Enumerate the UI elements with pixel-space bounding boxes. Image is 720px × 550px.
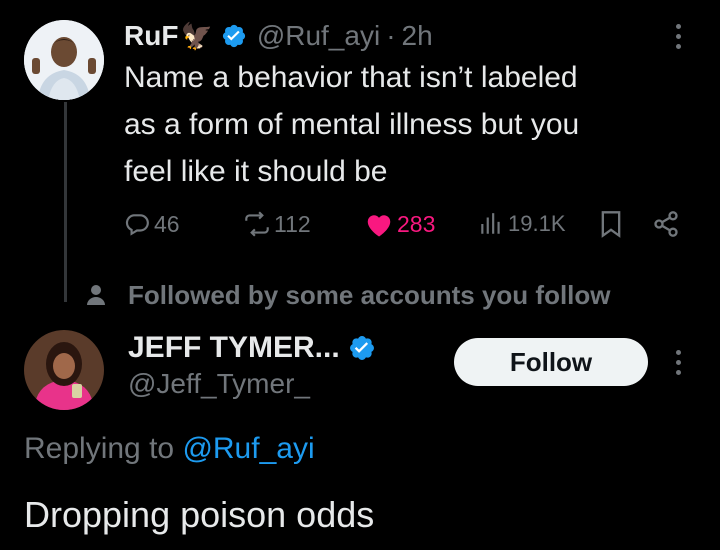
reply-author-name-row[interactable]: JEFF TYMER... [128,328,376,368]
tweet-text: Name a behavior that isn’t labeled as a … [124,54,704,195]
more-dots-icon[interactable] [676,24,681,49]
followed-by-context[interactable]: Followed by some accounts you follow [128,280,611,311]
views-count: 19.1K [508,211,566,236]
bookmark-icon[interactable] [598,210,624,243]
follow-button[interactable]: Follow [454,338,648,386]
tweet-text-line-1: Name a behavior that isn’t labeled [124,61,578,94]
reply-button[interactable]: 46 [124,208,180,240]
reply-author-name[interactable]: JEFF TYMER... [128,331,340,365]
tweet-time[interactable]: 2h [402,20,433,52]
retweet-count: 112 [274,210,311,237]
dot-separator: · [386,20,396,51]
tweet-text-line-2: as a form of mental illness but you [124,108,580,141]
tweet-author-name-row[interactable]: RuF 🦅 @Ruf_ayi · 2h [124,16,433,56]
tweet-text-line-3: feel like it should be [124,155,388,188]
like-button[interactable]: 283 [364,208,435,240]
views-button[interactable]: 19.1K [478,208,566,240]
avatar-jeff-tymer[interactable] [24,330,104,410]
person-icon [86,284,106,311]
like-count: 283 [397,210,436,237]
thread-line [64,102,67,302]
replying-to-prefix: Replying to [24,432,175,465]
tweet-author-handle[interactable]: @Ruf_ayi [257,20,380,52]
share-icon[interactable] [652,210,680,243]
verified-badge-icon [348,334,376,362]
more-dots-icon[interactable] [676,350,681,375]
avatar-ruf[interactable] [24,20,104,100]
eagle-emoji-icon: 🦅 [180,20,213,51]
reply-author-handle[interactable]: @Jeff_Tymer_ [128,368,310,400]
replying-to: Replying to @Ruf_ayi [24,432,315,466]
retweet-button[interactable]: 112 [242,208,311,240]
speech-bubble-icon [124,211,150,237]
heart-icon [364,210,394,238]
reply-text: Dropping poison odds [24,494,375,535]
verified-badge-icon [221,23,247,49]
tweet-author-name[interactable]: RuF [124,20,178,52]
reply-count: 46 [154,210,180,237]
replying-to-handle[interactable]: @Ruf_ayi [182,432,314,465]
bar-chart-icon [478,211,504,237]
retweet-icon [242,211,272,237]
